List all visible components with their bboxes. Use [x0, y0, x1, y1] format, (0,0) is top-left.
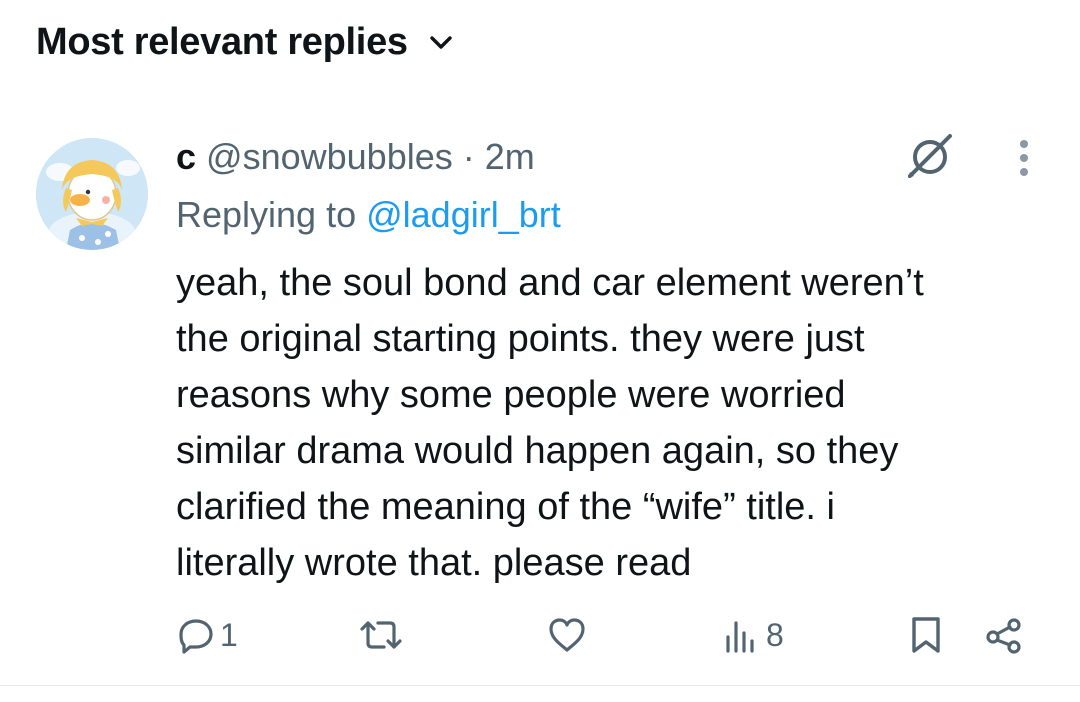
handle[interactable]: @snowbubbles [206, 136, 453, 177]
display-name[interactable]: c [176, 136, 196, 177]
divider [0, 685, 1080, 686]
meta-separator: · [452, 136, 485, 177]
sort-label: Most relevant replies [36, 20, 408, 63]
like-icon [549, 618, 585, 652]
duck-avatar-icon [36, 138, 148, 250]
avatar[interactable] [36, 138, 148, 250]
chevron-down-icon [428, 29, 454, 55]
share-action-button[interactable] [984, 610, 1024, 660]
views-count: 8 [766, 616, 784, 653]
like-action-button[interactable] [546, 610, 592, 660]
repost-icon [360, 621, 402, 649]
bookmark-action-button[interactable] [906, 610, 946, 660]
sort-replies-dropdown[interactable]: Most relevant replies [36, 18, 454, 66]
more-vertical-icon [1020, 140, 1028, 176]
bookmark-icon [912, 617, 940, 653]
repost-action-button[interactable] [358, 610, 408, 660]
replying-to-line: Replying to @ladgirl_brt [176, 192, 561, 238]
replying-to-mention[interactable]: @ladgirl_brt [366, 194, 561, 235]
reply-post[interactable]: c @snowbubbles · 2m Replying to @ladgirl… [0, 120, 1080, 685]
share-icon [986, 618, 1021, 654]
reply-action-button[interactable]: 1 [176, 610, 238, 660]
replying-to-prefix: Replying to [176, 194, 367, 235]
reply-actions-bar: 1 8 [0, 610, 1080, 660]
reply-meta: c @snowbubbles · 2m [176, 134, 535, 180]
reply-count: 1 [220, 616, 238, 653]
grok-button[interactable] [902, 128, 958, 184]
reply-icon [179, 619, 213, 654]
grok-icon [908, 134, 952, 178]
views-icon [726, 621, 754, 653]
reply-text: yeah, the soul bond and car element were… [176, 262, 924, 584]
timestamp[interactable]: 2m [485, 136, 535, 177]
more-options-button[interactable] [1006, 134, 1042, 182]
views-action-button[interactable]: 8 [722, 610, 784, 660]
